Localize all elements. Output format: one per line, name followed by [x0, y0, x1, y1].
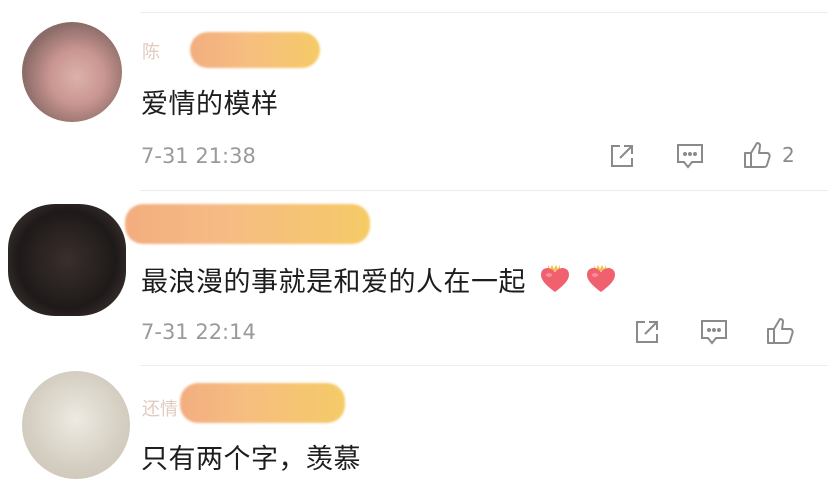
username[interactable]: 还情	[142, 395, 178, 421]
heart-with-crown-emoji	[584, 261, 618, 302]
comment-timestamp: 7-31 21:38	[141, 144, 256, 168]
comment-text-body: 爱情的模样	[141, 89, 279, 120]
thumbs-up-icon	[744, 142, 771, 168]
like-count: 2	[782, 143, 795, 167]
heart-with-crown-emoji	[538, 261, 572, 302]
comment-reply-icon	[701, 320, 727, 345]
comment-text: 爱情的模样	[141, 82, 279, 121]
username[interactable]: 陈	[142, 38, 160, 64]
comment-item: 陈 爱情的模样 7-31 21:38 2	[0, 0, 828, 190]
comment-item: 最浪漫的事就是和爱的人在一起 7-31 22:14	[0, 190, 828, 365]
like-button[interactable]: 2	[742, 140, 795, 170]
share-icon	[636, 321, 658, 343]
comment-list: 陈 爱情的模样 7-31 21:38 2 最浪漫的事就是和爱的人在一起 7-31…	[0, 0, 828, 483]
share-button[interactable]	[608, 142, 636, 170]
name-redaction	[180, 383, 345, 423]
share-icon	[611, 145, 633, 167]
thumbs-up-icon	[767, 318, 794, 344]
reply-button[interactable]	[675, 142, 705, 170]
name-redaction	[125, 204, 370, 244]
like-button[interactable]	[765, 316, 795, 346]
comment-item: 还情 只有两个字，羡慕	[0, 365, 828, 483]
comment-reply-icon	[677, 144, 703, 169]
avatar[interactable]	[22, 22, 122, 122]
comment-text-body: 最浪漫的事就是和爱的人在一起	[141, 267, 526, 298]
avatar[interactable]	[22, 371, 130, 479]
comment-text-body: 只有两个字，羡慕	[141, 444, 361, 475]
name-redaction	[190, 32, 320, 68]
share-button[interactable]	[633, 318, 661, 346]
avatar[interactable]	[8, 204, 126, 316]
reply-button[interactable]	[699, 318, 729, 346]
comment-text: 最浪漫的事就是和爱的人在一起	[141, 260, 618, 302]
comment-text: 只有两个字，羡慕	[141, 437, 361, 476]
comment-timestamp: 7-31 22:14	[141, 320, 256, 344]
